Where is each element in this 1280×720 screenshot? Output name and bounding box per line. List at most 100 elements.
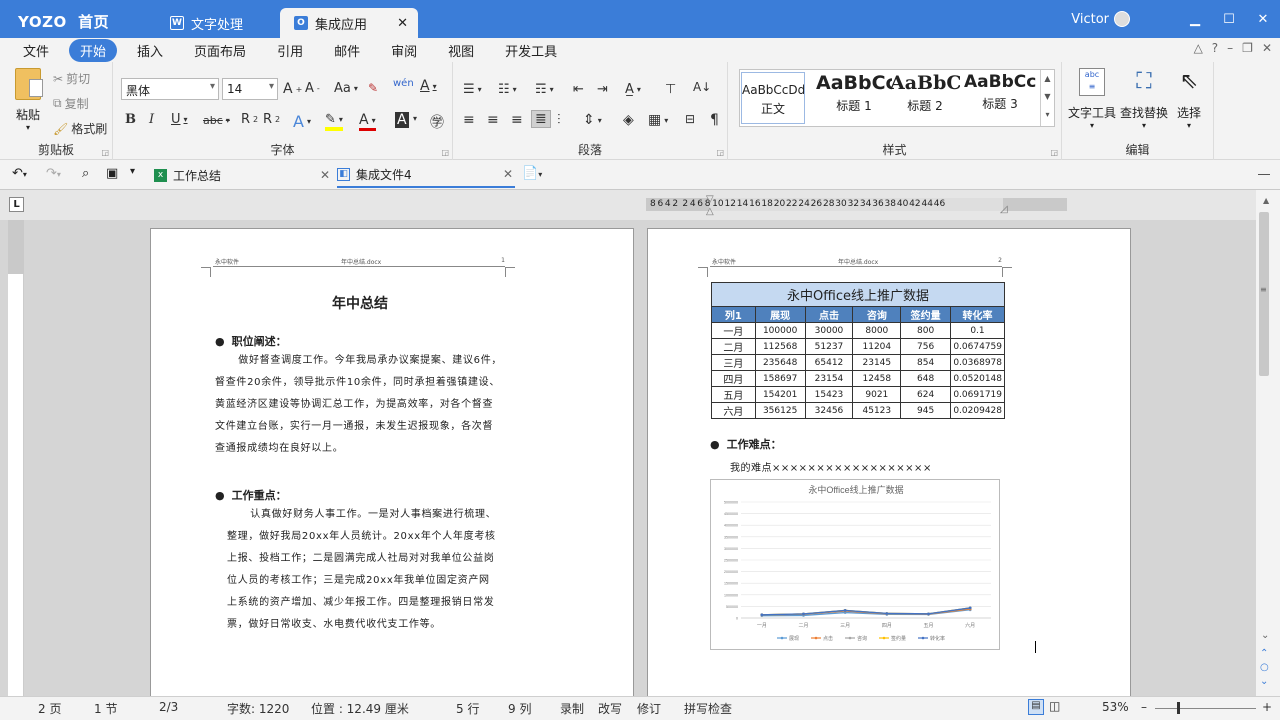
status-line[interactable]: 5 行 <box>456 700 479 717</box>
style-heading-2[interactable]: AaBbC 标题 2 <box>890 72 960 114</box>
sort-button[interactable]: A↓ <box>693 80 711 94</box>
status-spell-check[interactable]: 拼写检查 <box>684 700 732 717</box>
doc-restore-icon[interactable]: ❐ <box>1242 41 1253 55</box>
scroll-thumb[interactable] <box>1259 212 1269 376</box>
zoom-level[interactable]: 53% <box>1102 700 1129 714</box>
collapse-ribbon-icon[interactable]: △ <box>1194 41 1203 55</box>
font-name-select[interactable]: 黑体 <box>121 78 219 100</box>
zoom-slider[interactable] <box>1155 708 1256 709</box>
styles-launcher-icon[interactable]: ◲ <box>1050 148 1058 157</box>
line-break-button[interactable]: ⊤ <box>665 82 676 97</box>
scroll-down-icon[interactable]: ⌄ <box>1261 630 1269 641</box>
clear-format-icon[interactable]: ✎ <box>368 81 378 95</box>
file-tab-work-summary[interactable]: x 工作总结 ✕ <box>154 162 332 188</box>
customize-toolbar-icon[interactable]: ▾ <box>130 166 135 177</box>
tab-bar-menu-icon[interactable] <box>1258 174 1270 175</box>
increase-indent-button[interactable]: ⇥ <box>597 82 608 97</box>
align-center-button[interactable]: ≡ <box>487 112 499 128</box>
text-tools-button[interactable]: abc ≡ 文字工具 ▾ <box>1068 68 1116 130</box>
browse-object-icon[interactable]: ○ <box>1260 662 1269 673</box>
document-page-1[interactable]: 永中软件 年中总结.docx 1 年中总结 ● 职位阐述： 做好督查调度工作。今年… <box>150 228 634 696</box>
character-border-button[interactable]: A ▾ <box>420 78 437 94</box>
menu-page-layout[interactable]: 页面布局 <box>183 39 257 62</box>
right-indent-marker[interactable]: ◿ <box>1000 204 1008 215</box>
font-color-button[interactable]: A ▾ <box>359 112 376 131</box>
document-page-2[interactable]: 永中软件 年中总结.docx 2 永中Office线上推广数据 列1 展现 点击… <box>647 228 1131 696</box>
print-preview-icon[interactable]: ⌕ <box>82 166 89 181</box>
menu-review[interactable]: 审阅 <box>380 39 428 62</box>
status-column[interactable]: 9 列 <box>508 700 531 717</box>
decrease-indent-button[interactable]: ⇤ <box>573 82 584 97</box>
font-size-select[interactable]: 14 <box>222 78 278 100</box>
doc-minimize-icon[interactable]: – <box>1227 41 1233 55</box>
menu-references[interactable]: 引用 <box>266 39 314 62</box>
menu-file[interactable]: 文件 <box>12 39 60 62</box>
status-section[interactable]: 1 节 <box>94 700 117 717</box>
status-page[interactable]: 2 页 <box>38 700 61 717</box>
tab-word-processing[interactable]: W 文字处理 <box>156 8 280 38</box>
copy-button[interactable]: ⧉ 复制 <box>53 95 89 112</box>
cut-button[interactable]: ✂ 剪切 <box>53 70 90 87</box>
horizontal-ruler[interactable]: 8 6 4 2 2 4 6 8 10 12 14 16 18 20 22 24 … <box>646 194 1067 217</box>
numbering-button[interactable]: ☷ ▾ <box>498 82 517 97</box>
promotion-data-table[interactable]: 永中Office线上推广数据 列1 展现 点击 咨询 签约量 转化率 一月 100… <box>711 282 1006 419</box>
status-record[interactable]: 录制 <box>560 700 584 717</box>
shrink-font-button[interactable]: A- <box>305 81 320 96</box>
status-position[interactable]: 位置 : 12.49 厘米 <box>311 700 409 717</box>
enclose-character-button[interactable]: ㊫ <box>430 112 444 132</box>
format-painter-button[interactable]: 🖌 格式刷 <box>53 120 107 137</box>
distributed-button[interactable]: ⫶ <box>557 112 561 128</box>
undo-icon[interactable]: ↶▾ <box>12 166 27 181</box>
status-page-count[interactable]: 2/3 <box>159 700 178 714</box>
prev-page-icon[interactable]: ⌃ <box>1260 648 1268 659</box>
borders-button[interactable]: ▦ ▾ <box>648 112 668 128</box>
menu-view[interactable]: 视图 <box>437 39 485 62</box>
style-heading-3[interactable]: AaBbCcD 标题 3 <box>964 72 1036 112</box>
web-view-icon[interactable]: ◫ <box>1049 699 1060 713</box>
menu-home[interactable]: 开始 <box>69 38 118 62</box>
doc-close-icon[interactable]: ✕ <box>1262 41 1272 55</box>
clipboard-launcher-icon[interactable]: ◲ <box>101 148 109 157</box>
paste-dropdown-icon[interactable]: ▾ <box>12 123 44 132</box>
superscript-button[interactable]: R2 <box>263 112 280 127</box>
close-tab-icon[interactable]: ✕ <box>397 16 408 31</box>
close-file-icon[interactable]: ✕ <box>320 168 330 182</box>
new-file-icon[interactable]: 📄▾ <box>522 166 542 181</box>
minimize-icon[interactable]: ▁ <box>1178 12 1212 27</box>
menu-developer[interactable]: 开发工具 <box>494 39 568 62</box>
italic-button[interactable]: I <box>149 112 154 127</box>
page-view-icon[interactable]: ▤ <box>1028 699 1044 715</box>
text-effect-button[interactable]: A ▾ <box>293 112 311 131</box>
next-page-icon[interactable]: ⌄ <box>1260 676 1268 687</box>
select-button[interactable]: ⇖ 选择 ▾ <box>1172 68 1206 130</box>
vertical-scrollbar[interactable]: ▲ ≡ ⌄ ⌃ ○ ⌄ <box>1256 190 1280 696</box>
bullets-button[interactable]: ☰ ▾ <box>463 82 482 97</box>
style-heading-1[interactable]: AaBbCc 标题 1 <box>816 72 892 114</box>
file-tab-integrated-4[interactable]: ◧ 集成文件4 ✕ <box>337 162 515 188</box>
status-word-count[interactable]: 字数: 1220 <box>227 700 289 717</box>
scroll-split-icon[interactable]: ≡ <box>1260 285 1267 294</box>
tab-integrated-app[interactable]: O 集成应用 ✕ <box>280 8 418 38</box>
app-logo[interactable]: YOZO 首页 <box>18 11 109 32</box>
zoom-out-icon[interactable]: – <box>1141 700 1147 714</box>
highlight-button[interactable]: ✎ ▾ <box>325 112 343 131</box>
close-icon[interactable]: ✕ <box>1246 12 1280 27</box>
justify-button[interactable]: ≣ <box>531 110 551 128</box>
find-replace-button[interactable]: ⛶ 查找替换 ▾ <box>1120 68 1168 130</box>
left-indent-marker[interactable]: △ <box>706 206 714 217</box>
align-left-button[interactable]: ≡ <box>463 112 475 128</box>
chinese-layout-button[interactable]: A̲ ▾ <box>625 82 641 97</box>
paragraph-shading-button[interactable]: ◈ <box>623 112 634 128</box>
paragraph-launcher-icon[interactable]: ◲ <box>716 148 724 157</box>
help-icon[interactable]: ? <box>1212 41 1218 55</box>
line-chart[interactable]: 永中Office线上推广数据 5000000 4500000 4000000 35000… <box>710 479 1000 650</box>
grow-font-button[interactable]: A + <box>283 81 302 97</box>
multilevel-list-button[interactable]: ☶ ▾ <box>535 82 554 97</box>
show-marks-button[interactable]: ¶ <box>710 112 719 128</box>
shading-dropdown-icon[interactable]: ▾ <box>413 114 417 123</box>
zoom-slider-thumb[interactable] <box>1177 702 1180 714</box>
save-icon[interactable]: ▣ <box>106 166 118 181</box>
close-file-icon[interactable]: ✕ <box>503 167 513 181</box>
line-spacing-button[interactable]: ⇕ ▾ <box>583 112 602 128</box>
underline-button[interactable]: U ▾ <box>171 112 188 127</box>
